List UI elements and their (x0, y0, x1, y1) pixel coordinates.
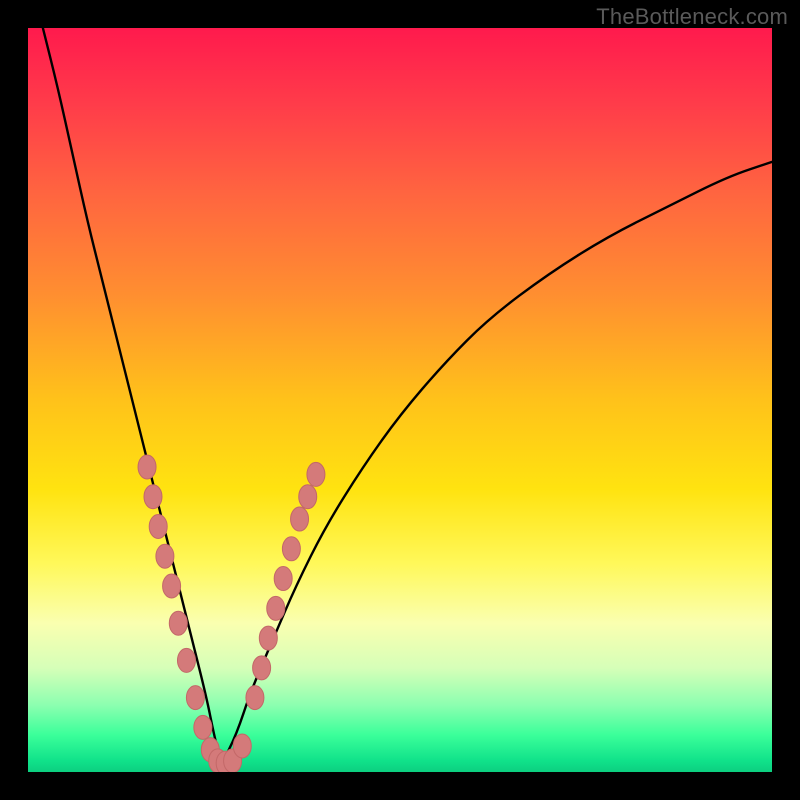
data-marker (177, 648, 195, 672)
data-marker (144, 485, 162, 509)
data-marker (274, 567, 292, 591)
data-marker (156, 544, 174, 568)
outer-frame: TheBottleneck.com (0, 0, 800, 800)
curve-right (221, 162, 772, 765)
data-marker (163, 574, 181, 598)
data-marker (259, 626, 277, 650)
data-marker (233, 734, 251, 758)
data-marker (291, 507, 309, 531)
data-marker (149, 514, 167, 538)
watermark-text: TheBottleneck.com (596, 4, 788, 30)
data-marker (299, 485, 317, 509)
data-marker (194, 715, 212, 739)
chart-svg (28, 28, 772, 772)
data-marker (307, 462, 325, 486)
plot-area (28, 28, 772, 772)
data-marker (138, 455, 156, 479)
data-marker (267, 596, 285, 620)
data-marker (282, 537, 300, 561)
marker-group (138, 455, 325, 772)
data-marker (246, 686, 264, 710)
data-marker (186, 686, 204, 710)
data-marker (169, 611, 187, 635)
data-marker (253, 656, 271, 680)
